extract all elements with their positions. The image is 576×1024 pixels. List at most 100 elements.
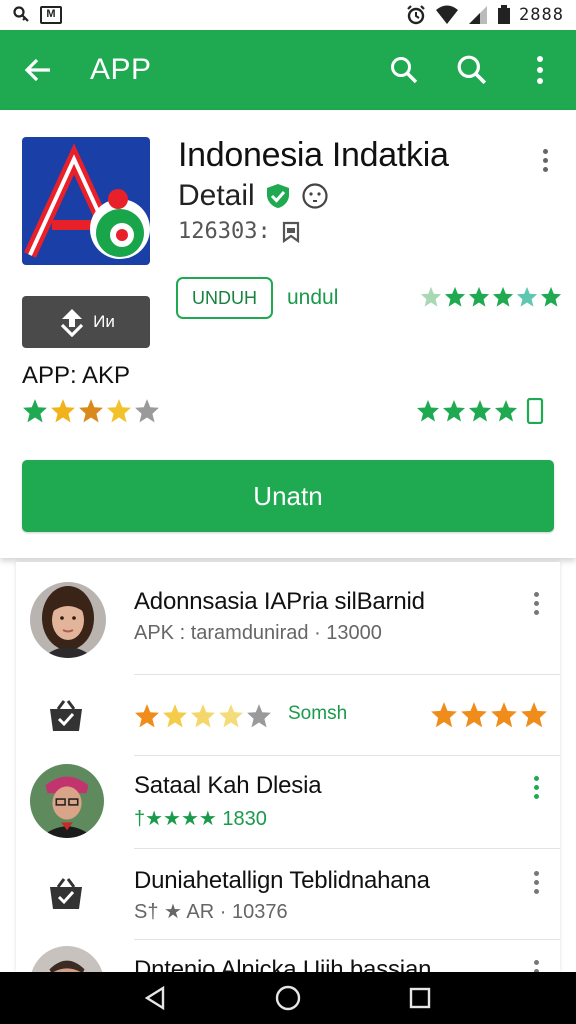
star-icon [23, 399, 47, 423]
list-item-title: Sataal Kah Dlesia [134, 772, 322, 799]
rating-stars-left [22, 398, 160, 424]
star-icon [461, 702, 487, 728]
app-name: Indonesia Indatkia [178, 136, 449, 174]
status-time: 2888 [519, 5, 564, 25]
star-icon [247, 704, 271, 728]
back-arrow-icon [24, 58, 50, 82]
list-item-title: Dntenio Alnicka Uiih bassian [134, 956, 432, 972]
key-icon [13, 6, 29, 22]
detail-row: Detail [178, 179, 518, 213]
list-item-subtitle: †★★★★ 1830 [134, 808, 267, 830]
list-item-more-menu[interactable] [526, 588, 546, 618]
star-icon [521, 702, 547, 728]
search-icon [457, 55, 487, 85]
list-item-more-menu[interactable] [526, 867, 546, 897]
shopping-bag-icon[interactable] [46, 875, 86, 911]
install-button[interactable]: Unatn [22, 460, 554, 532]
alarm-icon [407, 5, 425, 25]
unduh-button[interactable]: UNDUH [176, 277, 273, 319]
star-icon [417, 400, 439, 422]
download-count-row: 126303: [178, 219, 518, 244]
rating-stars [134, 703, 272, 729]
star-icon [135, 399, 159, 423]
rating-stars-right [430, 701, 548, 729]
list-item-subtitle: APK : taramdunirad · 13000 [134, 622, 382, 644]
star-icon [495, 400, 517, 422]
related-apps-list: Adonnsasia IAPria silBarnid APK : taramd… [16, 562, 560, 972]
man-avatar [30, 764, 104, 838]
star-icon [51, 399, 75, 423]
list-item[interactable]: Sataal Kah Dlesia †★★★★ 1830 [16, 756, 560, 848]
phone-icon [526, 398, 544, 424]
app-bar-title: APP [90, 53, 152, 86]
back-triangle-icon [144, 985, 165, 1011]
rating-stars-top [420, 286, 562, 308]
star-icon [491, 702, 517, 728]
list-item-title: Duniahetallign Teblidnahana [134, 867, 430, 894]
star-icon [468, 286, 490, 307]
image-icon: M [40, 6, 62, 24]
star-icon [443, 400, 465, 422]
list-item-subtitle: S† ★ AR · 10376 [134, 901, 288, 923]
status-left: M [12, 5, 62, 25]
signal-icon [469, 6, 488, 24]
app-detail-card: Indonesia Indatkia Detail 126303: Ии UND… [0, 110, 576, 558]
battery-icon [498, 5, 511, 24]
bookmark-icon [282, 221, 299, 243]
star-icon [431, 702, 457, 728]
app-logo-icon [22, 137, 150, 265]
wifi-icon [436, 5, 459, 24]
star-icon [420, 286, 442, 307]
list-item-more-menu[interactable] [526, 956, 546, 972]
nav-back-button[interactable] [130, 976, 182, 1020]
app-title-block: Indonesia Indatkia Detail 126303: [178, 136, 518, 244]
star-icon [163, 704, 187, 728]
star-icon [492, 286, 514, 307]
star-icon [219, 704, 243, 728]
star-icon [107, 399, 131, 423]
app-bar-actions [378, 44, 566, 96]
list-item[interactable]: Dntenio Alnicka Uiih bassian [16, 940, 560, 972]
info-circle-icon[interactable] [301, 182, 329, 210]
avatar [30, 946, 104, 972]
verified-shield-icon [266, 184, 289, 208]
list-item[interactable]: Duniahetallign Teblidnahana S† ★ AR · 10… [16, 849, 560, 939]
star-icon [469, 400, 491, 422]
home-circle-icon [275, 985, 301, 1011]
star-icon [191, 704, 215, 728]
rating-link[interactable]: Somsh [288, 703, 347, 725]
apk-label: APP: AKP [22, 362, 131, 389]
woman-avatar [30, 582, 106, 658]
list-item-title: Adonnsasia IAPria silBarnid [134, 588, 425, 615]
download-count: 126303: [178, 219, 271, 244]
list-item-more-menu[interactable] [526, 772, 546, 802]
system-nav-bar [0, 972, 576, 1024]
status-bar: M 2888 [0, 0, 576, 30]
list-item-rating-row[interactable]: Somsh [16, 675, 560, 755]
app-subtitle: Detail [178, 179, 255, 212]
overflow-menu-button[interactable] [514, 44, 566, 96]
star-icon [79, 399, 103, 423]
search-button-2[interactable] [446, 44, 498, 96]
download-chip[interactable]: Ии [22, 296, 150, 348]
nav-home-button[interactable] [262, 976, 314, 1020]
rating-stars-bottom [416, 398, 544, 424]
search-icon [391, 57, 418, 84]
star-icon [540, 286, 562, 307]
star-icon [135, 704, 159, 728]
back-button[interactable] [14, 46, 62, 94]
shopping-bag-icon[interactable] [46, 697, 86, 733]
star-icon [444, 286, 466, 307]
download-chip-label: Ии [93, 312, 115, 331]
unduh-link[interactable]: undul [287, 286, 338, 310]
nav-recents-button[interactable] [394, 976, 446, 1020]
app-more-menu[interactable] [535, 142, 555, 178]
list-item[interactable]: Adonnsasia IAPria silBarnid APK : taramd… [16, 562, 560, 674]
star-icon [516, 286, 538, 307]
recents-square-icon [409, 987, 431, 1009]
app-bar: APP [0, 30, 576, 110]
more-vert-icon [537, 56, 543, 84]
status-right: 2888 [405, 4, 564, 26]
search-button[interactable] [378, 44, 430, 96]
download-icon [61, 309, 84, 337]
